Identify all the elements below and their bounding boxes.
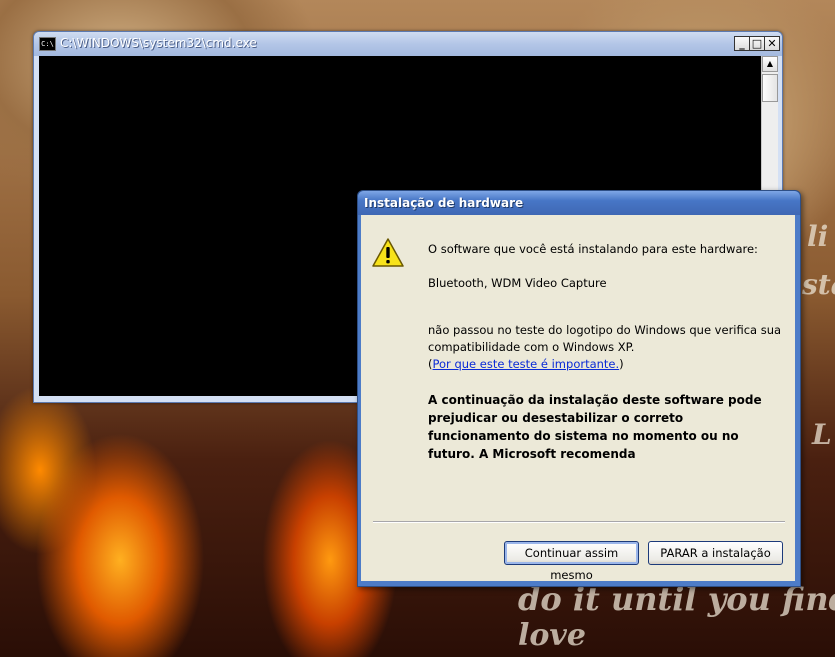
cmd-app-icon[interactable]: C:\ <box>39 37 56 51</box>
dialog-separator <box>373 521 785 523</box>
close-button[interactable]: ✕ <box>764 36 780 51</box>
cmd-title-bar[interactable]: C:\ C:\WINDOWS\system32\cmd.exe _ □ ✕ <box>34 32 782 56</box>
wallpaper-text: sta <box>802 268 835 301</box>
scrollbar-thumb[interactable] <box>762 74 778 102</box>
scroll-up-arrow-icon[interactable]: ▲ <box>762 56 778 72</box>
warning-text: A continuação da instalação deste softwa… <box>428 393 762 461</box>
logo-test-message: não passou no teste do logotipo do Windo… <box>428 323 782 354</box>
wallpaper-text: love <box>518 618 586 653</box>
dialog-message: O software que você está instalando para… <box>428 242 758 256</box>
wallpaper-text: L <box>812 418 832 451</box>
device-name: Bluetooth, WDM Video Capture <box>428 276 607 290</box>
why-important-link[interactable]: Por que este teste é importante. <box>433 357 620 371</box>
continue-anyway-button[interactable]: Continuar assim mesmo <box>504 541 639 582</box>
stop-installation-button[interactable]: PARAR a instalação <box>648 541 783 565</box>
link-paren-close: ) <box>619 357 624 371</box>
dialog-title: Instalação de hardware <box>364 196 524 210</box>
wallpaper-text: li <box>807 220 829 253</box>
dialog-title-bar[interactable]: Instalação de hardware <box>358 191 800 215</box>
hardware-install-dialog[interactable]: Instalação de hardware O software que vo… <box>357 190 801 587</box>
maximize-button[interactable]: □ <box>749 36 765 51</box>
warning-icon <box>372 238 404 267</box>
cmd-window-title: C:\WINDOWS\system32\cmd.exe <box>60 36 257 50</box>
why-important-link-line: (Por que este teste é importante.) <box>428 356 783 373</box>
minimize-button[interactable]: _ <box>734 36 750 51</box>
dialog-body: O software que você está instalando para… <box>361 215 795 582</box>
